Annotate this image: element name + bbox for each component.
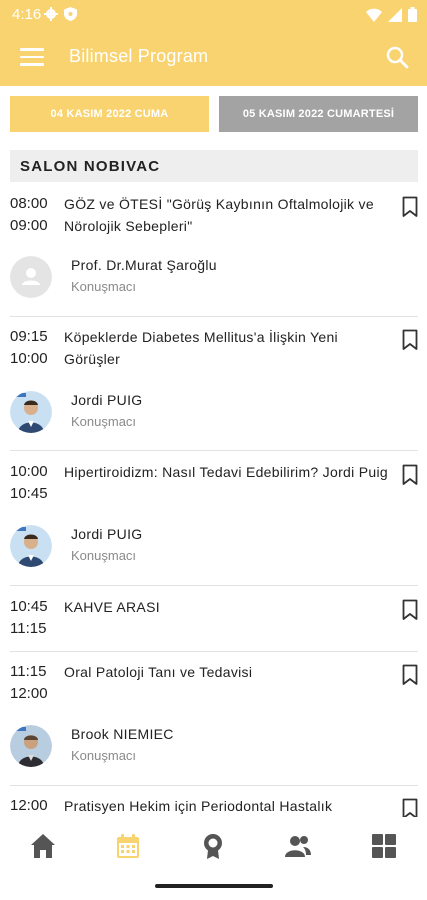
speaker-name: Prof. Dr.Murat Şaroğlu	[71, 257, 217, 273]
session-start: 12:00	[10, 797, 48, 814]
session-start: 10:00	[10, 463, 48, 480]
session-start: 11:15	[10, 663, 47, 680]
divider	[10, 450, 418, 451]
user-placeholder-icon	[10, 256, 52, 298]
session-title: Köpeklerde Diabetes Mellitus'a İlişkin Y…	[64, 329, 338, 367]
session-end: 12:00	[10, 685, 48, 702]
session-time: 11:15 12:00	[10, 661, 62, 705]
bookmark-icon[interactable]	[402, 196, 418, 218]
gesture-bar[interactable]	[155, 884, 273, 888]
tab-day-1[interactable]: 04 KASIM 2022 CUMA	[10, 96, 209, 132]
bookmark-icon[interactable]	[402, 664, 418, 686]
signal-icon	[388, 7, 402, 22]
session-end: 10:00	[10, 350, 48, 367]
status-time: 4:16	[12, 6, 42, 23]
people-icon[interactable]	[284, 832, 312, 860]
speaker-role: Konuşmacı	[71, 279, 137, 294]
hall-header: SALON NOBIVAC	[10, 150, 418, 182]
session-title: Hipertiroidizm: Nasıl Tedavi Edebilirim?…	[64, 464, 388, 480]
session-start: 10:45	[10, 598, 48, 615]
speaker-role: Konuşmacı	[71, 414, 137, 429]
speaker-name: Jordi PUIG	[71, 392, 143, 408]
bookmark-icon[interactable]	[402, 599, 418, 621]
avatar	[10, 525, 52, 567]
session-start: 08:00	[10, 195, 48, 212]
status-bar: 4:16	[0, 0, 427, 30]
shield-icon	[64, 7, 77, 21]
page-title: Bilimsel Program	[69, 46, 209, 66]
app-bar: Bilimsel Program	[0, 30, 427, 86]
speaker-row[interactable]: Jordi PUIG Konuşmacı	[10, 522, 418, 570]
speaker-row[interactable]: Jordi PUIG Konuşmacı	[10, 388, 418, 436]
session-end: 10:45	[10, 485, 48, 502]
session-title: Pratisyen Hekim için Periodontal Hastalı…	[64, 798, 333, 814]
speaker-row[interactable]: Prof. Dr.Murat Şaroğlu Konuşmacı	[10, 253, 418, 301]
session-title: Oral Patoloji Tanı ve Tedavisi	[64, 664, 253, 680]
session-item[interactable]: 09:15 10:00 Köpeklerde Diabetes Mellitus…	[10, 326, 418, 374]
session-item[interactable]: 10:00 10:45 Hipertiroidizm: Nasıl Tedavi…	[10, 461, 418, 509]
session-time: 10:45 11:15	[10, 596, 62, 640]
divider	[10, 651, 418, 652]
avatar	[10, 256, 52, 298]
speaker-role: Konuşmacı	[71, 748, 137, 763]
speaker-photo	[10, 725, 52, 767]
session-time: 10:00 10:45	[10, 461, 62, 505]
session-title: KAHVE ARASI	[64, 599, 160, 615]
grid-icon[interactable]	[370, 832, 398, 860]
date-tabs: 04 KASIM 2022 CUMA 05 KASIM 2022 CUMARTE…	[10, 96, 418, 132]
divider	[10, 785, 418, 786]
session-item[interactable]: 10:45 11:15 KAHVE ARASI	[10, 596, 418, 644]
speaker-name: Jordi PUIG	[71, 526, 143, 542]
speaker-row[interactable]: Brook NIEMIEC Konuşmacı	[10, 722, 418, 770]
session-item[interactable]: 11:15 12:00 Oral Patoloji Tanı ve Tedavi…	[10, 661, 418, 709]
battery-icon	[408, 7, 417, 22]
session-start: 09:15	[10, 328, 48, 345]
session-item[interactable]: 12:00 Pratisyen Hekim için Periodontal H…	[10, 795, 418, 817]
bookmark-icon[interactable]	[402, 464, 418, 486]
session-item[interactable]: 08:00 09:00 GÖZ ve ÖTESİ "Görüş Kaybının…	[10, 193, 418, 241]
avatar	[10, 391, 52, 433]
home-icon[interactable]	[29, 832, 57, 860]
wifi-icon	[366, 8, 382, 22]
speaker-role: Konuşmacı	[71, 548, 137, 563]
bookmark-icon[interactable]	[402, 798, 418, 817]
bottom-navigation	[0, 818, 427, 874]
menu-icon[interactable]	[20, 48, 44, 68]
hall-title: SALON NOBIVAC	[20, 158, 161, 175]
bookmark-icon[interactable]	[402, 329, 418, 351]
speaker-photo	[10, 391, 52, 433]
session-time: 09:15 10:00	[10, 326, 62, 370]
session-end: 09:00	[10, 217, 48, 234]
session-end: 11:15	[10, 620, 47, 637]
divider	[10, 316, 418, 317]
divider	[10, 585, 418, 586]
tab-day-2[interactable]: 05 KASIM 2022 CUMARTESİ	[219, 96, 418, 132]
session-time: 12:00	[10, 795, 62, 817]
search-icon[interactable]	[385, 45, 409, 69]
avatar	[10, 725, 52, 767]
session-time: 08:00 09:00	[10, 193, 62, 237]
session-title: GÖZ ve ÖTESİ "Görüş Kaybının Oftalmoloji…	[64, 196, 374, 234]
speaker-name: Brook NIEMIEC	[71, 726, 174, 742]
settings-icon	[44, 7, 58, 21]
speaker-photo	[10, 525, 52, 567]
calendar-icon[interactable]	[114, 832, 142, 860]
award-icon[interactable]	[199, 832, 227, 860]
